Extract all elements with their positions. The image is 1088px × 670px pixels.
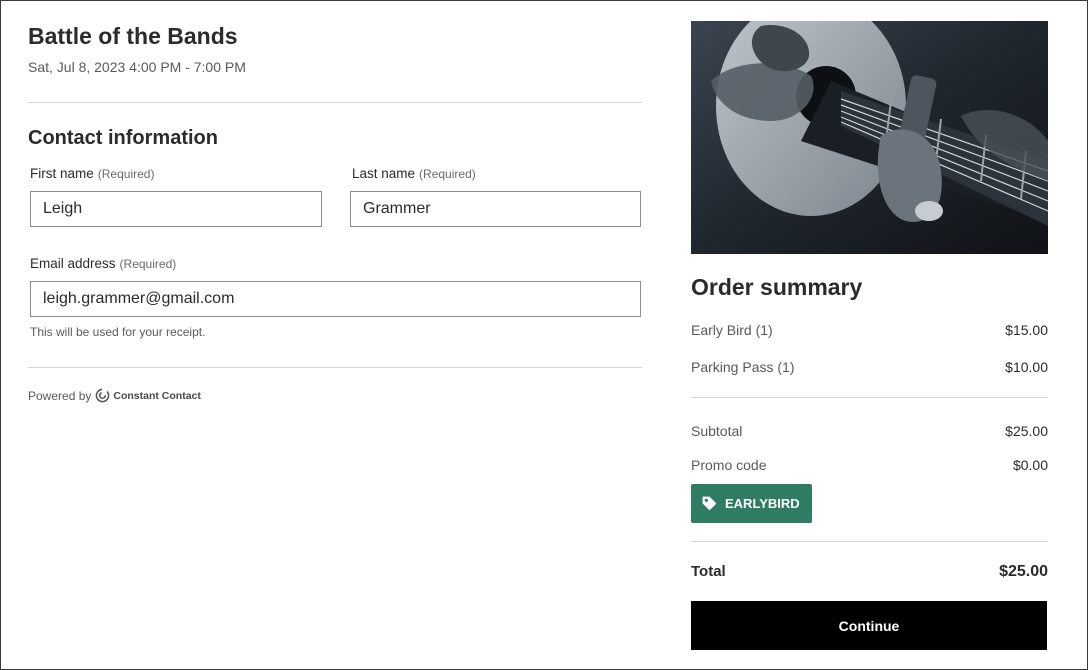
last-name-field-group: Last name (Required) (350, 165, 642, 227)
tag-icon (702, 496, 717, 511)
first-name-label: First name (Required) (28, 165, 322, 183)
total-amount: $25.00 (999, 563, 1048, 580)
line-item-amount: $15.00 (1005, 322, 1048, 338)
continue-button[interactable]: Continue (691, 601, 1047, 650)
name-row: First name(Required) Last name(Required) (28, 165, 642, 227)
total-row: Total $25.00 (691, 563, 1048, 581)
event-date: Sat, Jul 8, 2023 4:00 PM - 7:00 PM (28, 59, 246, 75)
email-field-group: Email address(Required) This will be use… (28, 255, 642, 339)
promo-amount: $0.00 (1012, 457, 1048, 473)
line-item-name: Parking Pass (1) (691, 359, 795, 375)
divider (691, 541, 1048, 542)
order-line-item: Early Bird (1) $15.00 (691, 321, 1048, 339)
order-summary-panel: Order summary Early Bird (1) $15.00 Park… (691, 21, 1048, 650)
promo-code-tag[interactable]: EARLYBIRD (691, 484, 812, 523)
first-name-field-group: First name (Required) (28, 165, 322, 227)
promo-row: Promo code $0.00 (691, 456, 1048, 474)
required-indicator: (Required) (97, 167, 155, 181)
subtotal-label: Subtotal (691, 423, 743, 439)
event-title: Battle of the Bands (28, 23, 238, 49)
last-name-label-text: Last name (352, 166, 416, 181)
email-helper-text: This will be used for your receipt. (30, 325, 206, 339)
constant-contact-logo[interactable]: Constant Contact (95, 388, 201, 403)
last-name-label: Last name (Required) (350, 165, 642, 183)
subtotal-row: Subtotal $25.00 (691, 422, 1048, 440)
divider (691, 397, 1048, 398)
powered-by: Powered by Constant Contact (28, 388, 642, 403)
total-label: Total (691, 563, 726, 580)
contact-section-title: Contact information (28, 127, 218, 149)
promo-code-text: EARLYBIRD (725, 496, 800, 511)
email-label-text: Email address (30, 256, 116, 271)
order-line-item: Parking Pass (1) $10.00 (691, 358, 1048, 376)
first-name-label-text: First name (30, 166, 94, 181)
constant-contact-logo-icon (96, 388, 110, 403)
required-indicator: (Required) (419, 167, 476, 181)
event-hero-image (691, 21, 1048, 254)
checkout-form-panel: Battle of the Bands Sat, Jul 8, 2023 4:0… (28, 20, 642, 403)
constant-contact-brand: Constant Contact (113, 389, 201, 402)
line-item-amount: $10.00 (1005, 359, 1048, 375)
divider (28, 367, 642, 368)
promo-label: Promo code (691, 457, 767, 473)
last-name-input[interactable] (350, 191, 641, 227)
first-name-input[interactable] (30, 191, 322, 227)
divider (28, 102, 642, 103)
email-input[interactable] (30, 281, 641, 317)
line-item-name: Early Bird (1) (691, 322, 773, 338)
subtotal-amount: $25.00 (1005, 423, 1048, 439)
email-label: Email address (Required) (28, 255, 642, 273)
required-indicator: (Required) (119, 257, 177, 271)
order-summary-title: Order summary (691, 274, 863, 300)
powered-by-text: Powered by (28, 388, 92, 403)
